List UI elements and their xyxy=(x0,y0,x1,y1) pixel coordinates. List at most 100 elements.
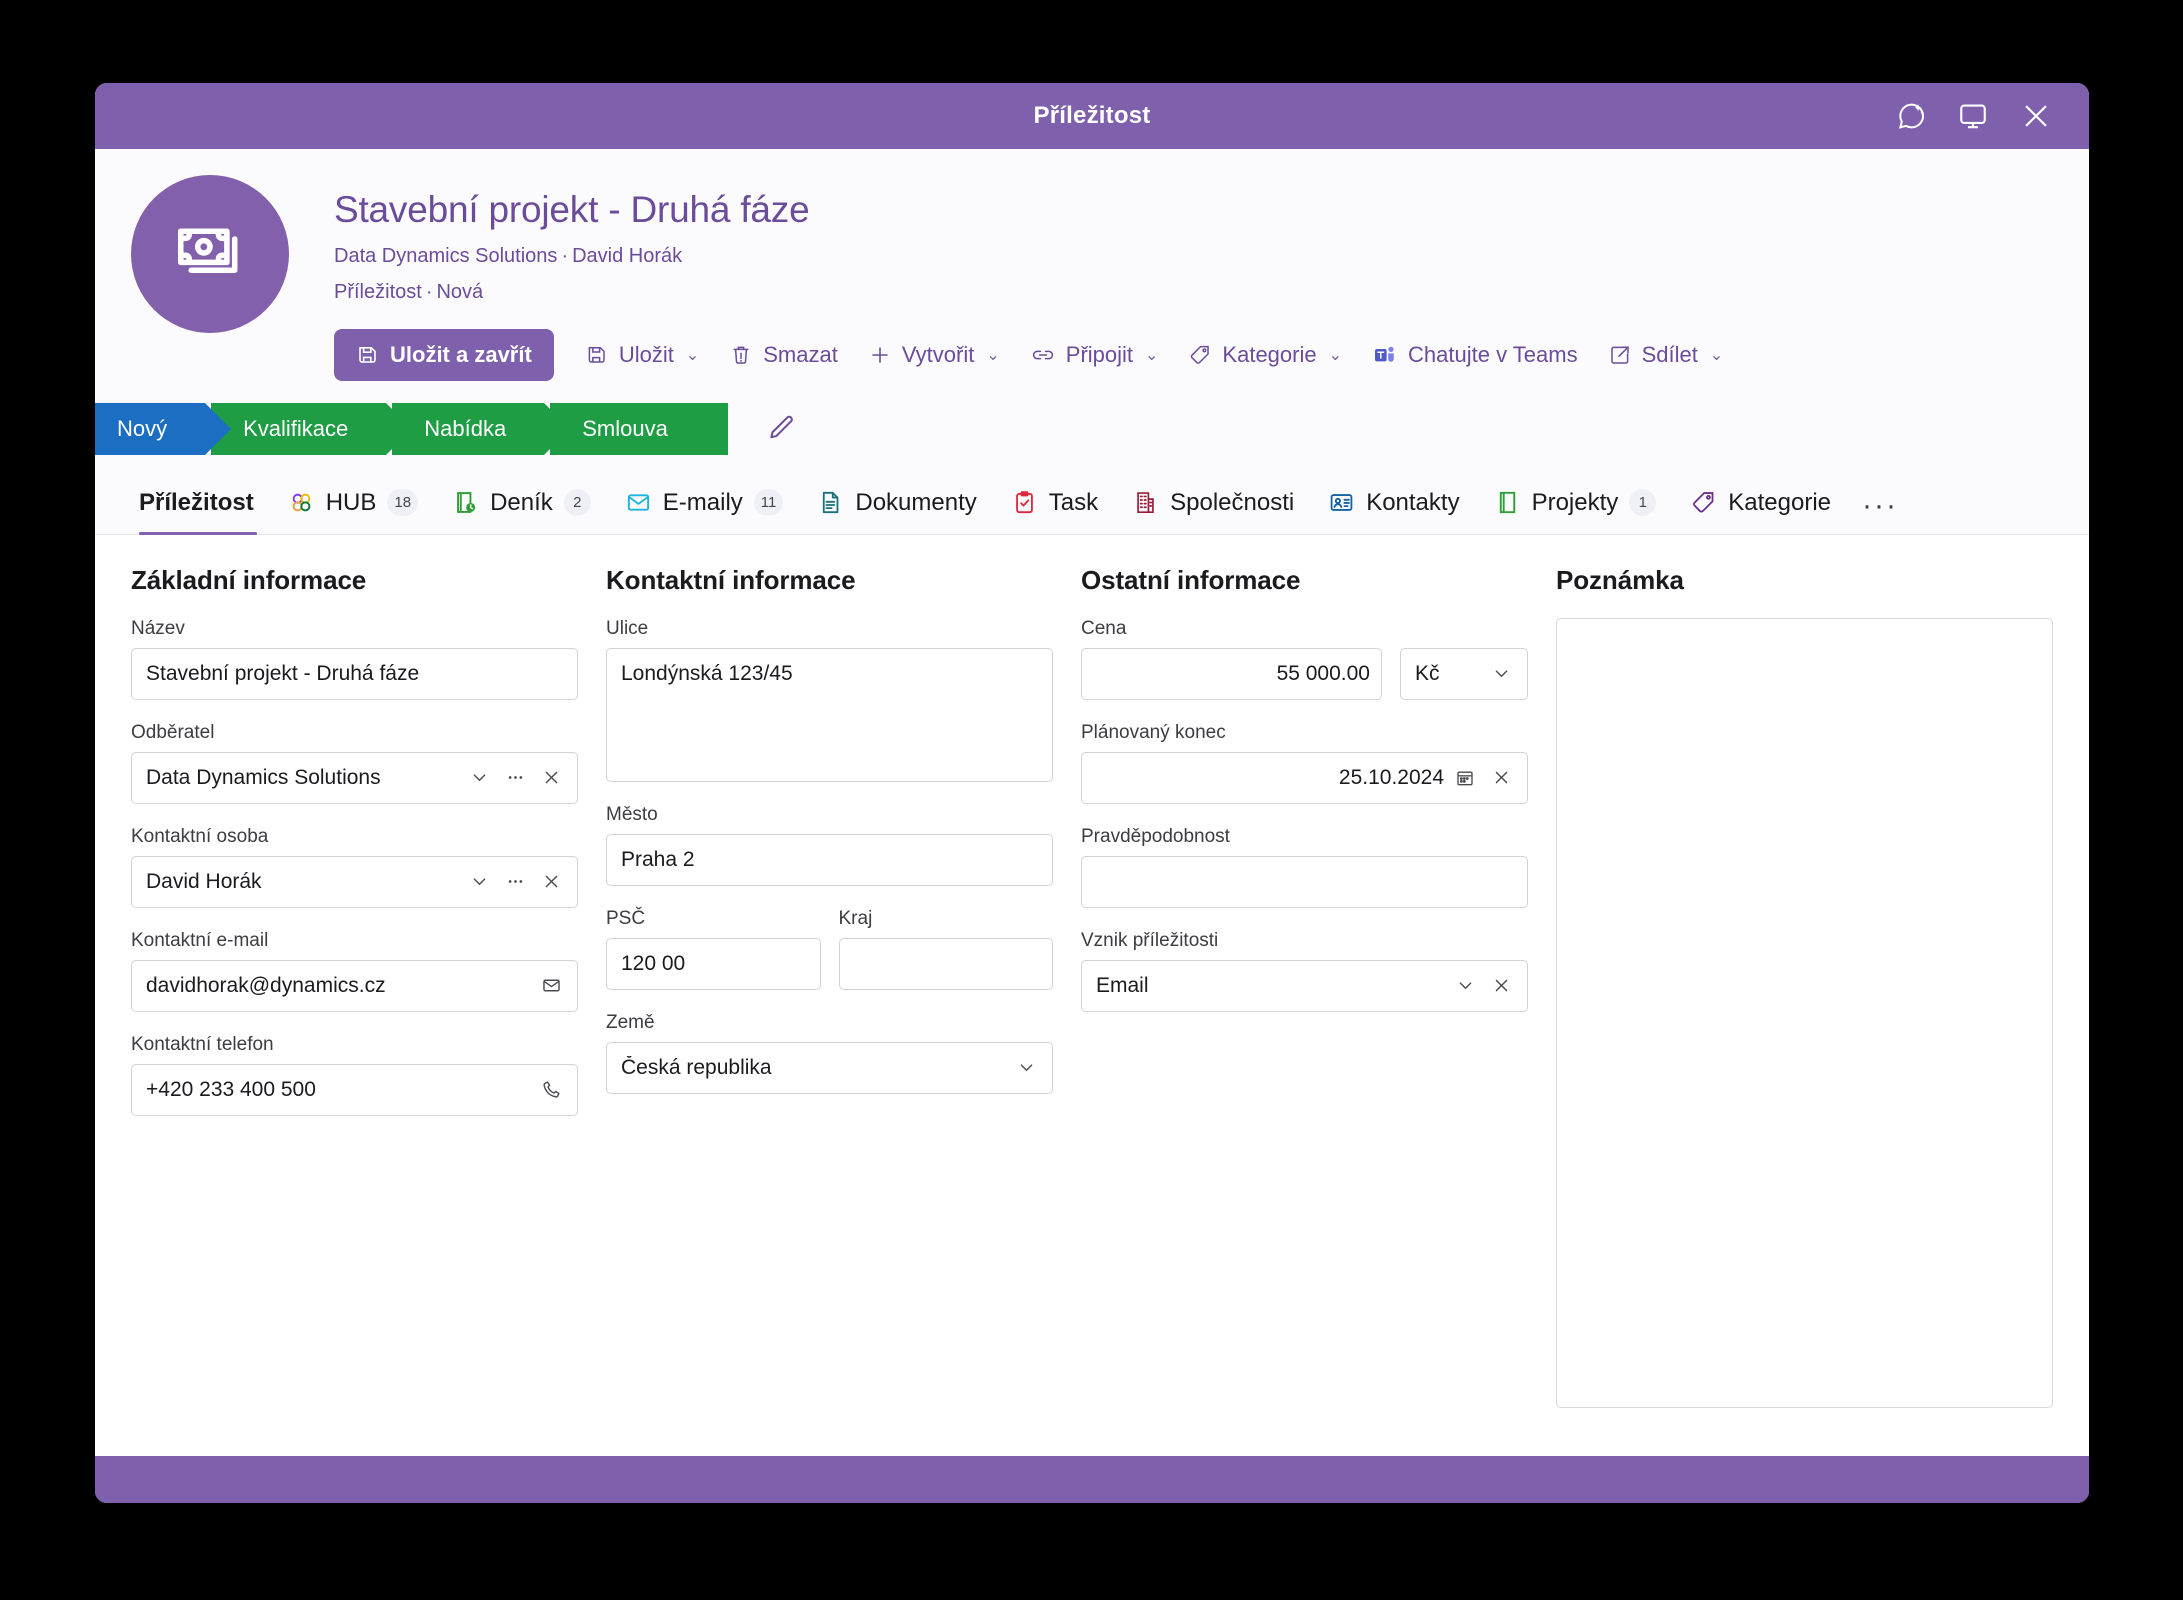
stage-label: Kvalifikace xyxy=(243,415,349,441)
zeme-select[interactable]: Česká republika xyxy=(606,1041,1053,1094)
categories-label: Kategorie xyxy=(1222,341,1317,367)
tab-kategorie[interactable]: Kategorie xyxy=(1673,481,1848,534)
tab-label: Kontakty xyxy=(1366,488,1460,516)
save-icon xyxy=(585,343,609,367)
cena-input[interactable]: 55 000.00 xyxy=(1081,647,1382,700)
pravdepodobnost-input[interactable] xyxy=(1081,855,1528,908)
header-subtitle: Data Dynamics Solutions · David Horák xyxy=(334,245,1738,268)
chevron-down-icon[interactable] xyxy=(464,867,494,897)
stage-kvalifikace[interactable]: Kvalifikace xyxy=(211,402,413,455)
tab-spolecnosti[interactable]: Společnosti xyxy=(1115,481,1311,534)
create-button[interactable]: Vytvořit ⌄ xyxy=(853,331,1015,379)
delete-button[interactable]: Smazat xyxy=(714,331,853,379)
planovany-konec-datepicker[interactable]: 25.10.2024 xyxy=(1081,751,1528,804)
pencil-icon[interactable] xyxy=(764,412,798,446)
tab-projekty[interactable]: Projekty 1 xyxy=(1477,481,1674,534)
stage-novy[interactable]: Nový xyxy=(95,402,232,455)
stage-smlouva[interactable]: Smlouva xyxy=(550,402,728,455)
clear-icon[interactable] xyxy=(1486,763,1516,793)
clear-icon[interactable] xyxy=(1486,971,1516,1001)
chevron-down-icon[interactable] xyxy=(1011,1053,1041,1083)
tab-label: Společnosti xyxy=(1170,488,1295,516)
link-icon xyxy=(1030,342,1056,368)
section-title: Základní informace xyxy=(131,564,367,595)
tab-prilezitost[interactable]: Příležitost xyxy=(131,481,271,535)
tab-dokumenty[interactable]: Dokumenty xyxy=(800,481,993,534)
page-title: Stavební projekt - Druhá fáze xyxy=(334,189,810,230)
tab-label: Task xyxy=(1048,488,1099,516)
attach-button[interactable]: Připojit ⌄ xyxy=(1015,331,1174,379)
field-ulice: Ulice Londýnská 123/45 xyxy=(606,618,1053,782)
stage-label: Nový xyxy=(117,415,168,441)
tab-emaily[interactable]: E-maily 11 xyxy=(608,481,801,534)
field-value: davidhorak@dynamics.cz xyxy=(146,973,386,997)
phone-icon[interactable] xyxy=(536,1075,566,1105)
more-options-icon[interactable] xyxy=(500,867,530,897)
stage-label: Nabídka xyxy=(424,415,507,441)
kontaktni-osoba-lookup[interactable]: David Horák xyxy=(131,855,578,908)
psc-input[interactable]: 120 00 xyxy=(606,937,821,990)
kontaktni-email-input[interactable]: davidhorak@dynamics.cz xyxy=(131,959,578,1012)
currency-select[interactable]: Kč xyxy=(1400,647,1528,700)
tab-label: Kategorie xyxy=(1728,488,1832,516)
opportunity-window: Příležitost Stavební projekt - Druhá fáz… xyxy=(95,83,2089,1503)
field-value: Email xyxy=(1096,973,1149,997)
popout-icon[interactable] xyxy=(1957,100,1989,132)
entity-label: Příležitost xyxy=(334,280,422,303)
field-label: Vznik příležitosti xyxy=(1081,929,1219,951)
tab-badge: 18 xyxy=(387,489,419,517)
chat-in-teams-button[interactable]: Chatujte v Teams xyxy=(1357,331,1593,379)
calendar-icon[interactable] xyxy=(1450,763,1480,793)
chevron-down-icon: ⌄ xyxy=(1328,346,1343,364)
tab-bar: Příležitost HUB 18 Deník 2 E-maily 11 Do… xyxy=(95,481,2089,535)
save-button[interactable]: Uložit ⌄ xyxy=(570,331,714,379)
stage-nabidka[interactable]: Nabídka xyxy=(392,402,571,455)
chevron-down-icon[interactable] xyxy=(1486,659,1516,689)
business-process-stages: Nový Kvalifikace Nabídka Smlouva xyxy=(95,402,2089,455)
nazev-input[interactable]: Stavební projekt - Druhá fáze xyxy=(131,647,578,700)
share-button[interactable]: Sdílet ⌄ xyxy=(1593,331,1739,379)
command-bar: Uložit a zavřít Uložit ⌄ Smazat Vytvořit… xyxy=(334,328,1739,381)
categories-button[interactable]: Kategorie ⌄ xyxy=(1173,331,1357,379)
tab-hub[interactable]: HUB 18 xyxy=(271,481,435,534)
field-psc: PSČ 120 00 xyxy=(606,908,821,990)
poznamka-textarea[interactable] xyxy=(1556,617,2053,1408)
clear-icon[interactable] xyxy=(536,867,566,897)
delete-label: Smazat xyxy=(763,341,838,367)
email-icon[interactable] xyxy=(536,971,566,1001)
field-label: Země xyxy=(606,1011,655,1033)
close-icon[interactable] xyxy=(2019,99,2053,133)
tab-denik[interactable]: Deník 2 xyxy=(435,481,608,534)
chevron-down-icon[interactable] xyxy=(1450,971,1480,1001)
odberatel-lookup[interactable]: Data Dynamics Solutions xyxy=(131,751,578,804)
subtitle-separator: · xyxy=(561,244,569,267)
field-label: Ulice xyxy=(606,617,649,639)
more-options-icon[interactable] xyxy=(500,763,530,793)
entity-separator: · xyxy=(425,280,433,303)
save-and-close-button[interactable]: Uložit a zavřít xyxy=(334,328,554,381)
field-odberatel: Odběratel Data Dynamics Solutions xyxy=(131,722,578,804)
section-basic-information: Základní informace Název Stavební projek… xyxy=(131,565,606,1456)
tab-overflow-button[interactable]: ··· xyxy=(1848,489,1912,534)
mesto-input[interactable]: Praha 2 xyxy=(606,833,1053,886)
vznik-select[interactable]: Email xyxy=(1081,959,1528,1012)
clear-icon[interactable] xyxy=(536,763,566,793)
chevron-down-icon[interactable] xyxy=(464,763,494,793)
copilot-icon[interactable] xyxy=(1895,100,1927,132)
kontaktni-telefon-input[interactable]: +420 233 400 500 xyxy=(131,1063,578,1116)
field-cena: Cena 55 000.00 Kč xyxy=(1081,618,1528,700)
ulice-textarea[interactable]: Londýnská 123/45 xyxy=(606,647,1053,782)
field-label: Cena xyxy=(1081,617,1127,639)
field-label: Odběratel xyxy=(131,721,215,743)
field-value: 25.10.2024 xyxy=(1338,765,1444,789)
tab-task[interactable]: Task xyxy=(994,481,1115,534)
teams-icon xyxy=(1372,343,1398,367)
kraj-input[interactable] xyxy=(838,937,1053,990)
tab-kontakty[interactable]: Kontakty xyxy=(1311,481,1476,534)
email-icon xyxy=(625,489,652,516)
chevron-down-icon: ⌄ xyxy=(1145,346,1159,364)
header-entity-line: Příležitost · Nová xyxy=(334,281,1738,304)
create-label: Vytvořit xyxy=(901,341,975,367)
psc-kraj-row: PSČ 120 00 Kraj xyxy=(606,908,1053,1012)
contacts-icon xyxy=(1328,489,1355,516)
